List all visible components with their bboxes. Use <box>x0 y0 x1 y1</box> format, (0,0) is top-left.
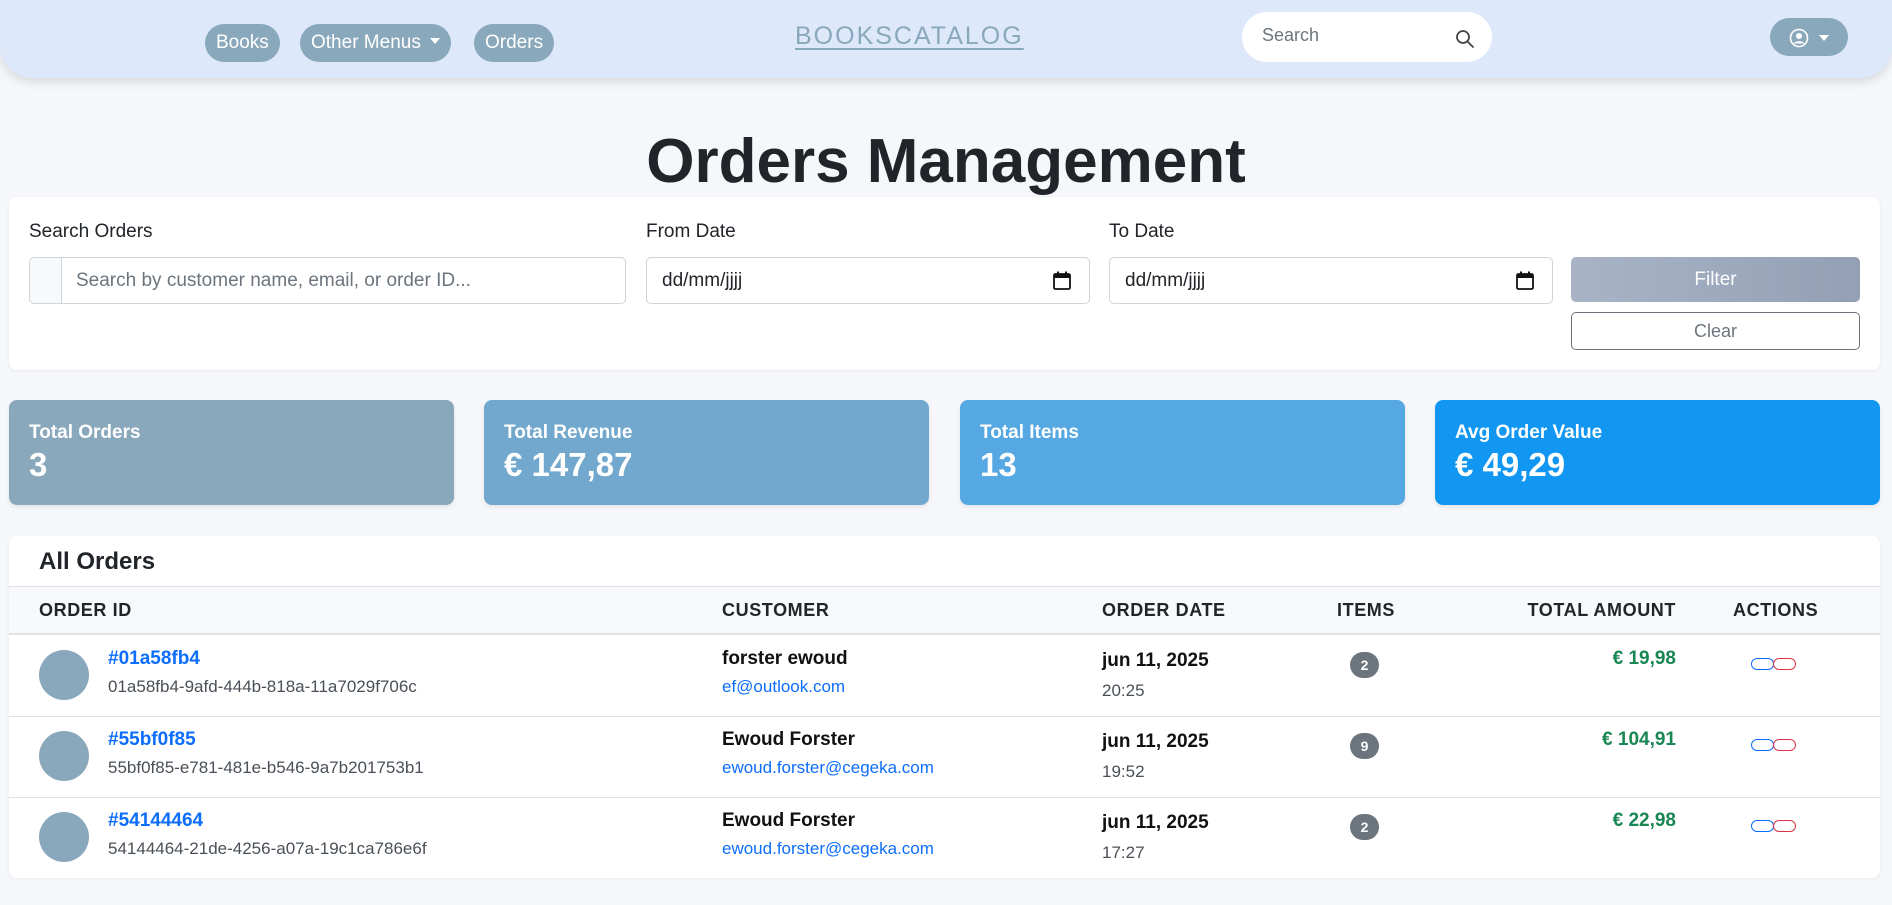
customer-name: Ewoud Forster <box>722 810 856 831</box>
order-amount: € 19,98 <box>1612 648 1676 669</box>
nav-other-menus-label: Other Menus <box>311 32 421 53</box>
filter-card: Search Orders From Date dd/mm/jjjj To Da… <box>9 197 1880 370</box>
order-id-link[interactable]: #55bf0f85 <box>108 729 196 751</box>
page-title: Orders Management <box>646 127 1246 196</box>
stat-total-items: Total Items 13 <box>960 400 1405 505</box>
avatar <box>39 731 89 781</box>
clear-button[interactable]: Clear <box>1571 312 1860 350</box>
nav-books-label: Books <box>216 32 269 53</box>
nav-books[interactable]: Books <box>205 24 280 62</box>
stat-value: 13 <box>980 446 1017 483</box>
search-icon[interactable] <box>1455 29 1475 54</box>
nav-orders-label: Orders <box>485 32 544 53</box>
navbar: Books Other Menus Orders BOOKSCATALOG <box>0 0 1892 78</box>
items-badge: 9 <box>1350 733 1379 759</box>
avatar <box>39 650 89 700</box>
order-id-link[interactable]: #01a58fb4 <box>108 648 200 670</box>
delete-icon[interactable] <box>1773 739 1796 751</box>
order-date: jun 11, 2025 <box>1102 812 1209 833</box>
search-orders-label: Search Orders <box>29 221 153 242</box>
user-menu-button[interactable] <box>1770 18 1848 56</box>
customer-name: forster ewoud <box>722 648 848 669</box>
column-header-order-date[interactable]: Order Date <box>1102 600 1226 621</box>
search-orders-group <box>29 257 626 304</box>
order-amount: € 104,91 <box>1602 729 1676 750</box>
to-date-label: To Date <box>1109 221 1175 242</box>
stat-label: Total Orders <box>29 422 141 443</box>
column-header-customer[interactable]: Customer <box>722 600 829 621</box>
delete-icon[interactable] <box>1773 658 1796 670</box>
to-date-input[interactable]: dd/mm/jjjj <box>1109 257 1553 304</box>
from-date-input[interactable]: dd/mm/jjjj <box>646 257 1090 304</box>
customer-email-link[interactable]: ewoud.forster@cegeka.com <box>722 839 934 859</box>
brand-link[interactable]: BOOKSCATALOG <box>795 22 1024 51</box>
order-full-id: 54144464-21de-4256-a07a-19c1ca786e6f <box>108 839 427 858</box>
column-header-order-id[interactable]: Order ID <box>39 600 132 621</box>
orders-card-title: All Orders <box>39 548 156 575</box>
from-date-value: dd/mm/jjjj <box>662 270 743 291</box>
stat-label: Total Revenue <box>504 422 633 443</box>
avatar <box>39 812 89 862</box>
column-header-total-amount[interactable]: Total Amount <box>1527 600 1676 621</box>
user-circle-icon <box>1789 28 1809 53</box>
search-orders-input[interactable] <box>76 270 606 292</box>
items-badge: 2 <box>1350 814 1379 840</box>
caret-down-icon <box>1819 35 1829 41</box>
stat-total-revenue: Total Revenue € 147,87 <box>484 400 929 505</box>
order-date: jun 11, 2025 <box>1102 731 1209 752</box>
order-date: jun 11, 2025 <box>1102 650 1209 671</box>
order-amount: € 22,98 <box>1612 810 1676 831</box>
order-full-id: 55bf0f85-e781-481e-b546-9a7b201753b1 <box>108 758 424 777</box>
nav-search-input[interactable] <box>1262 25 1442 46</box>
stat-label: Avg Order Value <box>1455 422 1603 443</box>
filter-button[interactable]: Filter <box>1571 257 1860 302</box>
view-icon[interactable] <box>1751 658 1774 670</box>
nav-search-box <box>1242 12 1492 62</box>
to-date-value: dd/mm/jjjj <box>1125 270 1206 291</box>
stat-value: € 49,29 <box>1455 446 1566 483</box>
calendar-icon[interactable] <box>1516 271 1534 295</box>
from-date-label: From Date <box>646 221 736 242</box>
table-row[interactable]: #54144464 54144464-21de-4256-a07a-19c1ca… <box>9 798 1880 878</box>
order-full-id: 01a58fb4-9afd-444b-818a-11a7029f706c <box>108 677 417 696</box>
calendar-icon[interactable] <box>1053 271 1071 295</box>
column-header-items[interactable]: Items <box>1337 600 1395 621</box>
nav-other-menus-dropdown[interactable]: Other Menus <box>300 24 451 62</box>
stat-label: Total Items <box>980 422 1079 443</box>
customer-email-link[interactable]: ewoud.forster@cegeka.com <box>722 758 934 778</box>
customer-email-link[interactable]: ef@outlook.com <box>722 677 845 697</box>
caret-down-icon <box>429 37 440 44</box>
order-time: 20:25 <box>1102 681 1145 700</box>
order-time: 19:52 <box>1102 762 1145 781</box>
stat-avg-order-value: Avg Order Value € 49,29 <box>1435 400 1880 505</box>
stat-total-orders: Total Orders 3 <box>9 400 454 505</box>
table-header: Order ID Customer Order Date Items Total… <box>9 586 1880 635</box>
column-header-actions: Actions <box>1733 600 1819 620</box>
stat-value: € 147,87 <box>504 446 633 483</box>
search-addon <box>30 258 62 303</box>
table-row[interactable]: #55bf0f85 55bf0f85-e781-481e-b546-9a7b20… <box>9 717 1880 798</box>
order-id-link[interactable]: #54144464 <box>108 810 203 832</box>
orders-card: All Orders Order ID Customer Order Date … <box>9 536 1880 878</box>
table-row[interactable]: #01a58fb4 01a58fb4-9afd-444b-818a-11a702… <box>9 636 1880 717</box>
customer-name: Ewoud Forster <box>722 729 856 750</box>
items-badge: 2 <box>1350 652 1379 678</box>
stat-value: 3 <box>29 446 48 483</box>
view-icon[interactable] <box>1751 820 1774 832</box>
view-icon[interactable] <box>1751 739 1774 751</box>
delete-icon[interactable] <box>1773 820 1796 832</box>
nav-orders[interactable]: Orders <box>474 24 555 62</box>
order-time: 17:27 <box>1102 843 1145 862</box>
